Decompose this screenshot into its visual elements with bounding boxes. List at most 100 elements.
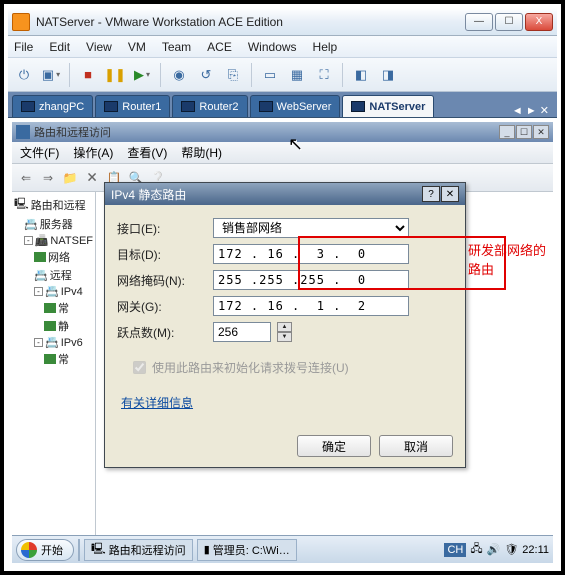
nic-icon [44,303,56,313]
nic-icon [44,321,56,331]
taskbar-btn-cmd[interactable]: ▮ 管理员: C:\Wi… [197,539,297,561]
start-button[interactable]: 开始 [16,539,74,561]
unity-icon[interactable]: ◧ [349,63,373,87]
back-icon[interactable]: ⇐ [16,168,36,188]
label-interface: 接口(E): [117,220,207,237]
monitor-icon [181,101,195,112]
menu-vm[interactable]: VM [128,40,146,54]
windows-logo-icon [21,542,37,558]
tree-ipv6-gen[interactable]: 常 [14,350,93,368]
guest-min-button[interactable]: _ [499,125,515,139]
menu-file[interactable]: File [14,40,33,54]
clock[interactable]: 22:11 [522,544,549,556]
tree-remote[interactable]: 📇 远程 [14,266,93,284]
minimize-button[interactable]: — [465,13,493,31]
gateway-input[interactable] [213,296,409,316]
details-link[interactable]: 有关详细信息 [121,394,193,411]
nic-icon [44,354,56,364]
monitor-icon [21,101,35,112]
tree-pane[interactable]: 🖳 路由和远程 📇 服务器 -📠 NATSEF 网络 📇 远程 -📇 IPv4 … [12,192,96,535]
label-gateway: 网关(G): [117,298,207,315]
dialog-titlebar[interactable]: IPv4 静态路由 ? ✕ [105,183,465,205]
pause-icon[interactable]: ❚❚ [103,63,127,87]
guest-menu-view[interactable]: 查看(V) [127,144,167,161]
snapshot-icon[interactable]: ▣ [39,63,63,87]
system-tray[interactable]: CH 🖧 🔊 🛡 22:11 [444,540,549,559]
cancel-button[interactable]: 取消 [379,435,453,457]
tab-nav[interactable]: ◄ ► ✕ [508,104,553,117]
lang-indicator[interactable]: CH [444,543,466,557]
view-console-icon[interactable]: ▭ [258,63,282,87]
guest-close-button[interactable]: ✕ [533,125,549,139]
guest-title: 路由和远程访问 [34,124,111,140]
tab-router2[interactable]: Router2 [172,95,247,117]
ok-button[interactable]: 确定 [297,435,371,457]
menu-ace[interactable]: ACE [207,40,232,54]
menu-windows[interactable]: Windows [248,40,297,54]
maximize-button[interactable]: ☐ [495,13,523,31]
dialog-close-button[interactable]: ✕ [441,186,459,202]
guest-menu-action[interactable]: 操作(A) [73,144,113,161]
netmask-input[interactable] [213,270,409,290]
forward-icon[interactable]: ⇒ [38,168,58,188]
tree-ipv4-gen[interactable]: 常 [14,299,93,317]
label-dial-on-demand: 使用此路由来初始化请求拨号连接(U) [152,359,349,376]
vmware-menubar: File Edit View VM Team ACE Windows Help [8,36,557,58]
dialog-help-button[interactable]: ? [422,186,440,202]
up-icon[interactable]: 📁 [60,168,80,188]
tab-label: zhangPC [39,101,84,113]
power-off-icon[interactable]: ⏻ [12,63,36,87]
monitor-icon [104,101,118,112]
tab-label: Router2 [199,101,238,113]
tree-root[interactable]: 🖳 路由和远程 [14,194,93,215]
annotation-label: 研发部网络的路由 [468,240,557,278]
guest-menu-help[interactable]: 帮助(H) [181,144,222,161]
start-label: 开始 [41,542,63,558]
taskbar: 开始 🖳 路由和远程访问 ▮ 管理员: C:\Wi… CH 🖧 🔊 🛡 22:1… [12,535,553,563]
view-fullscreen-icon[interactable]: ⛶ [312,63,336,87]
view-appfull-icon[interactable]: ▦ [285,63,309,87]
tray-sound-icon[interactable]: 🔊 [487,543,501,556]
refresh-icon[interactable]: 🗙 [82,168,102,188]
guest-titlebar: 路由和远程访问 _ ☐ ✕ [12,122,553,142]
guest-menu-file[interactable]: 文件(F) [20,144,59,161]
split-icon[interactable]: ◨ [376,63,400,87]
tree-net[interactable]: 网络 [14,248,93,266]
menu-view[interactable]: View [86,40,112,54]
monitor-icon [351,101,365,112]
tree-server[interactable]: 📇 服务器 [14,215,93,233]
menu-team[interactable]: Team [162,40,191,54]
snapshot-mgr-icon[interactable]: ⎘ [221,63,245,87]
tab-webserver[interactable]: WebServer [250,95,341,117]
snapshot-take-icon[interactable]: ◉ [167,63,191,87]
tree-ipv6[interactable]: -📇 IPv6 [14,335,93,350]
snapshot-revert-icon[interactable]: ↺ [194,63,218,87]
taskbar-btn-rras[interactable]: 🖳 路由和远程访问 [84,539,193,561]
tab-zhangpc[interactable]: zhangPC [12,95,93,117]
interface-select[interactable]: 销售部网络 [213,218,409,238]
tree-ipv4[interactable]: -📇 IPv4 [14,284,93,299]
menu-edit[interactable]: Edit [49,40,70,54]
tab-label: Router1 [122,101,161,113]
tray-shield-icon[interactable]: 🛡 [504,543,518,556]
dialog-title: IPv4 静态路由 [111,186,186,203]
stop-icon[interactable]: ■ [76,63,100,87]
label-destination: 目标(D): [117,246,207,263]
destination-input[interactable] [213,244,409,264]
tab-router1[interactable]: Router1 [95,95,170,117]
tray-network-icon[interactable]: 🖧 [470,540,482,559]
mmc-icon [16,125,30,139]
play-icon[interactable]: ▶ [130,63,154,87]
tree-ipv4-static[interactable]: 静 [14,317,93,335]
tree-natserver[interactable]: -📠 NATSEF [14,233,93,248]
close-button[interactable]: X [525,13,553,31]
tab-natserver[interactable]: NATServer [342,95,434,117]
label-netmask: 网络掩码(N): [117,272,207,289]
vmware-toolbar: ⏻ ▣ ■ ❚❚ ▶ ◉ ↺ ⎘ ▭ ▦ ⛶ ◧ ◨ [8,58,557,92]
guest-max-button[interactable]: ☐ [516,125,532,139]
metric-spinner[interactable]: ▲▼ [277,322,292,342]
metric-input[interactable] [213,322,271,342]
tab-label: NATServer [369,101,425,113]
menu-help[interactable]: Help [313,40,338,54]
guest-menubar: 文件(F) 操作(A) 查看(V) 帮助(H) [12,142,553,164]
